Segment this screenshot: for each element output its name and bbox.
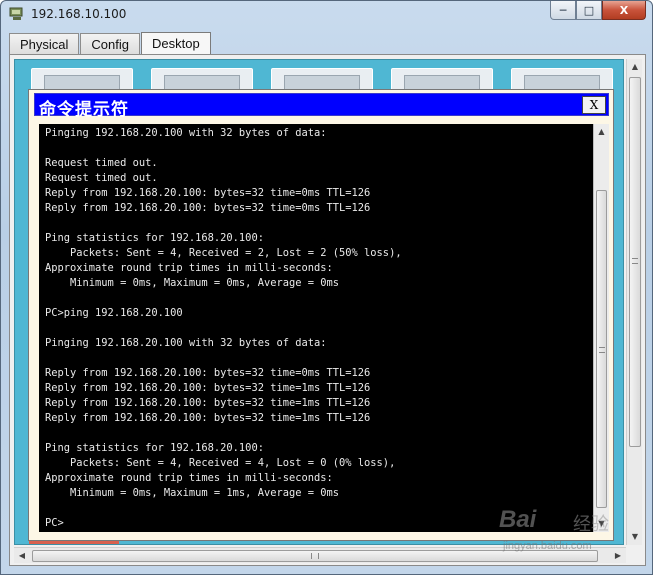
arrow-left-icon[interactable]: ◀ <box>14 548 30 564</box>
terminal-line: Reply from 192.168.20.100: bytes=32 time… <box>45 382 371 394</box>
terminal-line: Pinging 192.168.20.100 with 32 bytes of … <box>45 127 327 139</box>
desktop-hscroll-thumb[interactable] <box>32 550 598 562</box>
grip-icon <box>311 553 319 559</box>
terminal-line: Minimum = 0ms, Maximum = 0ms, Average = … <box>45 277 340 289</box>
tab-config[interactable]: Config <box>80 33 140 55</box>
maximize-button[interactable]: □ <box>576 1 602 20</box>
tab-physical[interactable]: Physical <box>9 33 80 55</box>
close-button[interactable]: X <box>602 1 646 20</box>
desktop-horizontal-scrollbar[interactable]: ◀ ▶ <box>14 547 626 563</box>
terminal-line: Packets: Sent = 4, Received = 4, Lost = … <box>45 457 396 469</box>
terminal-vertical-scrollbar[interactable]: ▲ ▼ <box>593 124 609 532</box>
terminal-line: Packets: Sent = 4, Received = 2, Lost = … <box>45 247 402 259</box>
terminal-line: Reply from 192.168.20.100: bytes=32 time… <box>45 412 371 424</box>
grip-icon <box>599 347 605 353</box>
desktop-vertical-scrollbar[interactable]: ▲ ▼ <box>626 59 642 545</box>
terminal-text: Pinging 192.168.20.100 with 32 bytes of … <box>45 126 593 531</box>
tab-bar: Physical Config Desktop <box>9 32 212 55</box>
command-prompt-close-button[interactable]: X <box>582 96 606 114</box>
window-controls: ─ □ X <box>550 1 646 21</box>
command-prompt-titlebar[interactable]: 命令提示符 X <box>34 93 609 120</box>
terminal-line: Reply from 192.168.20.100: bytes=32 time… <box>45 367 371 379</box>
arrow-down-icon[interactable]: ▼ <box>627 529 643 545</box>
terminal-line: Minimum = 0ms, Maximum = 1ms, Average = … <box>45 487 340 499</box>
window-title: 192.168.10.100 <box>31 7 127 21</box>
terminal-line: Reply from 192.168.20.100: bytes=32 time… <box>45 397 371 409</box>
minimize-button[interactable]: ─ <box>550 1 576 20</box>
terminal-line: PC>ping 192.168.20.100 <box>45 307 183 319</box>
close-icon: X <box>619 3 629 17</box>
terminal-output[interactable]: Pinging 192.168.20.100 with 32 bytes of … <box>39 124 609 532</box>
terminal-line: Approximate round trip times in milli-se… <box>45 472 333 484</box>
desktop-vscroll-thumb[interactable] <box>629 77 641 447</box>
command-prompt-window: 命令提示符 X Pinging 192.168.20.100 with 32 b… <box>28 89 614 541</box>
terminal-line: Ping statistics for 192.168.20.100: <box>45 442 264 454</box>
minimize-icon: ─ <box>559 3 567 17</box>
command-prompt-title: 命令提示符 <box>39 100 129 120</box>
terminal-line: Reply from 192.168.20.100: bytes=32 time… <box>45 187 371 199</box>
terminal-line: Reply from 192.168.20.100: bytes=32 time… <box>45 202 371 214</box>
terminal-line: Pinging 192.168.20.100 with 32 bytes of … <box>45 337 327 349</box>
pc-app-icon <box>9 7 23 20</box>
terminal-line: PC> <box>45 517 64 529</box>
arrow-down-icon[interactable]: ▼ <box>594 516 609 532</box>
terminal-line: Request timed out. <box>45 157 158 169</box>
terminal-line: Approximate round trip times in milli-se… <box>45 262 333 274</box>
terminal-line: Request timed out. <box>45 172 158 184</box>
arrow-up-icon[interactable]: ▲ <box>594 124 609 140</box>
arrow-right-icon[interactable]: ▶ <box>610 548 626 564</box>
arrow-up-icon[interactable]: ▲ <box>627 59 643 75</box>
window-titlebar[interactable]: 192.168.10.100 ─ □ X <box>1 1 652 29</box>
application-window: 192.168.10.100 ─ □ X Physical Config Des… <box>0 0 653 575</box>
maximize-icon: □ <box>583 3 595 17</box>
grip-icon <box>632 258 638 264</box>
tab-desktop[interactable]: Desktop <box>141 32 211 55</box>
terminal-vscroll-thumb[interactable] <box>596 190 607 508</box>
terminal-line: Ping statistics for 192.168.20.100: <box>45 232 264 244</box>
